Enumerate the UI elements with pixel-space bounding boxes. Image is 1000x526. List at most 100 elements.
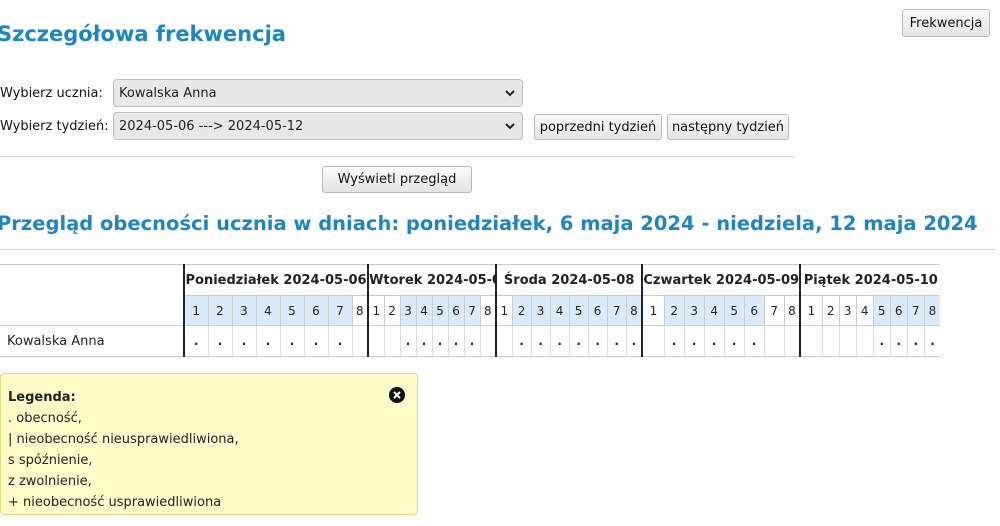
- attendance-mark: .: [207, 325, 232, 357]
- lesson-number: 5: [568, 295, 589, 326]
- lesson-number: 6: [587, 295, 608, 326]
- lesson-number: 3: [530, 295, 551, 326]
- lesson-number: 1: [183, 295, 208, 326]
- attendance-mark: [479, 325, 497, 357]
- attendance-mark: .: [447, 325, 465, 357]
- attendance-mark: [763, 325, 785, 357]
- attendance-mark: .: [279, 325, 304, 357]
- attendance-mark: .: [723, 325, 745, 357]
- lesson-number: 2: [821, 295, 840, 326]
- attendance-mark: [783, 325, 801, 357]
- attendance-mark: .: [231, 325, 256, 357]
- attendance-mark: .: [399, 325, 417, 357]
- form-divider: [0, 156, 794, 157]
- lesson-number: 6: [889, 295, 908, 326]
- lesson-number: 5: [279, 295, 304, 326]
- lesson-number: 2: [207, 295, 232, 326]
- attendance-mark: .: [683, 325, 705, 357]
- attendance-mark: [367, 325, 385, 357]
- attendance-mark: [821, 325, 840, 357]
- lesson-number: 5: [723, 295, 745, 326]
- lesson-number-row: 1234567812345678123456781234567812345678: [0, 295, 941, 326]
- attendance-mark: .: [872, 325, 891, 357]
- attendance-mark: [641, 325, 665, 357]
- lesson-number: 6: [447, 295, 465, 326]
- week-select[interactable]: 2024-05-06 ---> 2024-05-12: [113, 112, 523, 140]
- lesson-number: 6: [303, 295, 328, 326]
- lesson-number: 3: [231, 295, 256, 326]
- attendance-mark: [383, 325, 401, 357]
- table-corner-cell: [0, 296, 184, 326]
- attendance-mark: .: [415, 325, 433, 357]
- attendance-mark: [838, 325, 857, 357]
- attendance-mark: .: [183, 325, 208, 357]
- legend-box: Legenda: . obecność, | nieobecność nieus…: [0, 373, 418, 515]
- lesson-number: 7: [327, 295, 352, 326]
- legend-item: + nieobecność usprawiedliwiona: [8, 495, 222, 510]
- attendance-mark: .: [606, 325, 627, 357]
- legend-item: | nieobecność nieusprawiedliwiona,: [8, 432, 239, 447]
- attendance-mark: .: [663, 325, 685, 357]
- attendance-mark: .: [889, 325, 908, 357]
- lesson-number: 1: [641, 295, 665, 326]
- previous-week-button[interactable]: poprzedni tydzień: [534, 114, 662, 140]
- day-header: Środa 2024-05-08: [495, 264, 643, 296]
- lesson-number: 5: [872, 295, 891, 326]
- lesson-number: 4: [255, 295, 280, 326]
- day-header: Czwartek 2024-05-09: [641, 264, 801, 296]
- lesson-number: 7: [463, 295, 481, 326]
- attendance-mark: .: [625, 325, 643, 357]
- student-select[interactable]: Kowalska Anna: [113, 79, 523, 107]
- attendance-mark: [495, 325, 513, 357]
- week-label: Wybierz tydzień:: [0, 119, 109, 134]
- student-name: Kowalska Anna: [0, 325, 184, 357]
- student-label: Wybierz ucznia:: [0, 86, 103, 101]
- close-icon[interactable]: [389, 387, 405, 403]
- attendance-mark: [855, 325, 874, 357]
- day-header: Wtorek 2024-05-07: [367, 264, 497, 296]
- lesson-number: 5: [431, 295, 449, 326]
- lesson-number: 4: [549, 295, 570, 326]
- next-week-button[interactable]: następny tydzień: [667, 114, 789, 140]
- attendance-mark: .: [568, 325, 589, 357]
- attendance-mark: .: [303, 325, 328, 357]
- lesson-number: 8: [923, 295, 941, 326]
- page-title: Szczegółowa frekwencja: [0, 22, 286, 46]
- attendance-mark: [799, 325, 823, 357]
- attendance-mark: .: [743, 325, 765, 357]
- lesson-number: 8: [625, 295, 643, 326]
- attendance-mark: [351, 325, 369, 357]
- lesson-number: 3: [838, 295, 857, 326]
- attendance-mark: .: [703, 325, 725, 357]
- attendance-mark: .: [463, 325, 481, 357]
- lesson-number: 4: [415, 295, 433, 326]
- day-header: Piątek 2024-05-10: [799, 264, 941, 296]
- frekwencja-button[interactable]: Frekwencja: [902, 9, 990, 37]
- table-row: Kowalska Anna ..........................…: [0, 325, 941, 357]
- lesson-number: 2: [511, 295, 532, 326]
- lesson-number: 1: [495, 295, 513, 326]
- chevron-down-icon: [505, 90, 515, 97]
- table-corner-cell: [0, 264, 184, 296]
- show-overview-button[interactable]: Wyświetl przegląd: [322, 166, 472, 193]
- lesson-number: 4: [855, 295, 874, 326]
- lesson-number: 7: [906, 295, 925, 326]
- attendance-mark: .: [587, 325, 608, 357]
- lesson-number: 2: [663, 295, 685, 326]
- legend-title: Legenda:: [8, 390, 76, 405]
- attendance-mark: .: [530, 325, 551, 357]
- lesson-number: 7: [606, 295, 627, 326]
- legend-item: z zwolnienie,: [8, 474, 92, 489]
- legend-item: s spóźnienie,: [8, 453, 93, 468]
- lesson-number: 1: [367, 295, 385, 326]
- chevron-down-icon: [505, 123, 515, 130]
- lesson-number: 8: [479, 295, 497, 326]
- attendance-mark: .: [255, 325, 280, 357]
- lesson-number: 3: [683, 295, 705, 326]
- attendance-mark: .: [431, 325, 449, 357]
- attendance-table: Poniedziałek 2024-05-06 Wtorek 2024-05-07…: [0, 264, 941, 357]
- day-header: Poniedziałek 2024-05-06: [182, 264, 369, 296]
- legend-item: . obecność,: [8, 411, 82, 426]
- attendance-mark: .: [549, 325, 570, 357]
- lesson-number: 7: [763, 295, 785, 326]
